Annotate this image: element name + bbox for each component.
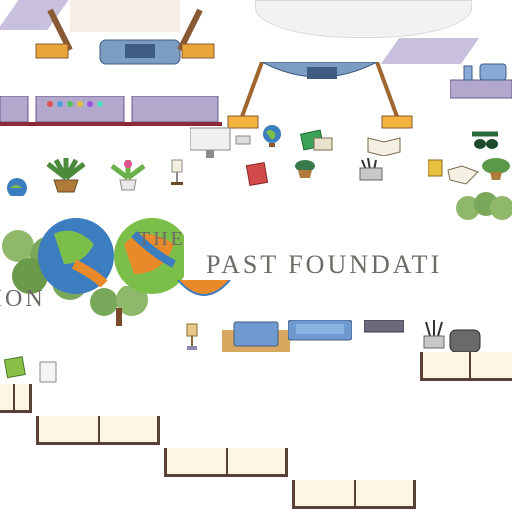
potted-plant-icon xyxy=(295,160,315,178)
logo-word-ion: ION xyxy=(0,286,46,312)
armchair-icon xyxy=(449,329,481,352)
lander-icon xyxy=(227,62,413,129)
potted-plant-icon xyxy=(472,131,498,149)
computer-monitor-icon xyxy=(190,127,251,158)
lander-icon xyxy=(35,0,215,65)
potted-plant-icon xyxy=(46,158,86,193)
dome-icon xyxy=(255,0,472,38)
shelf xyxy=(164,448,288,477)
globe-icon xyxy=(7,178,27,196)
lab-bench-icon xyxy=(0,96,222,126)
book-icon xyxy=(4,356,26,379)
shelf xyxy=(420,352,512,381)
armchair-icon xyxy=(222,321,290,352)
logo-word-the: THE xyxy=(138,228,186,250)
potted-plant-icon xyxy=(482,158,510,180)
book-icon xyxy=(300,129,333,151)
sofa-icon xyxy=(288,320,352,341)
book-icon xyxy=(39,361,57,383)
pencil-cup-icon xyxy=(423,320,445,349)
desk-lamp-icon xyxy=(171,159,183,185)
tree-icon xyxy=(456,192,512,220)
desk-lamp-icon xyxy=(186,323,198,350)
book-icon xyxy=(367,137,401,156)
shelf xyxy=(0,384,32,413)
computer-monitor-icon xyxy=(364,320,404,333)
globe-icon xyxy=(177,280,231,296)
book-icon xyxy=(428,159,479,185)
potted-plant-icon xyxy=(110,160,146,191)
globe-icon xyxy=(38,218,184,294)
shelf xyxy=(292,480,416,509)
book-icon xyxy=(246,162,268,186)
lab-equipment-icon xyxy=(450,63,512,99)
pencil-cup-icon xyxy=(359,157,383,181)
logo-word-past-foundation: PAST FOUNDATI xyxy=(206,250,443,279)
globe-icon xyxy=(263,125,281,147)
shelf xyxy=(36,416,160,445)
